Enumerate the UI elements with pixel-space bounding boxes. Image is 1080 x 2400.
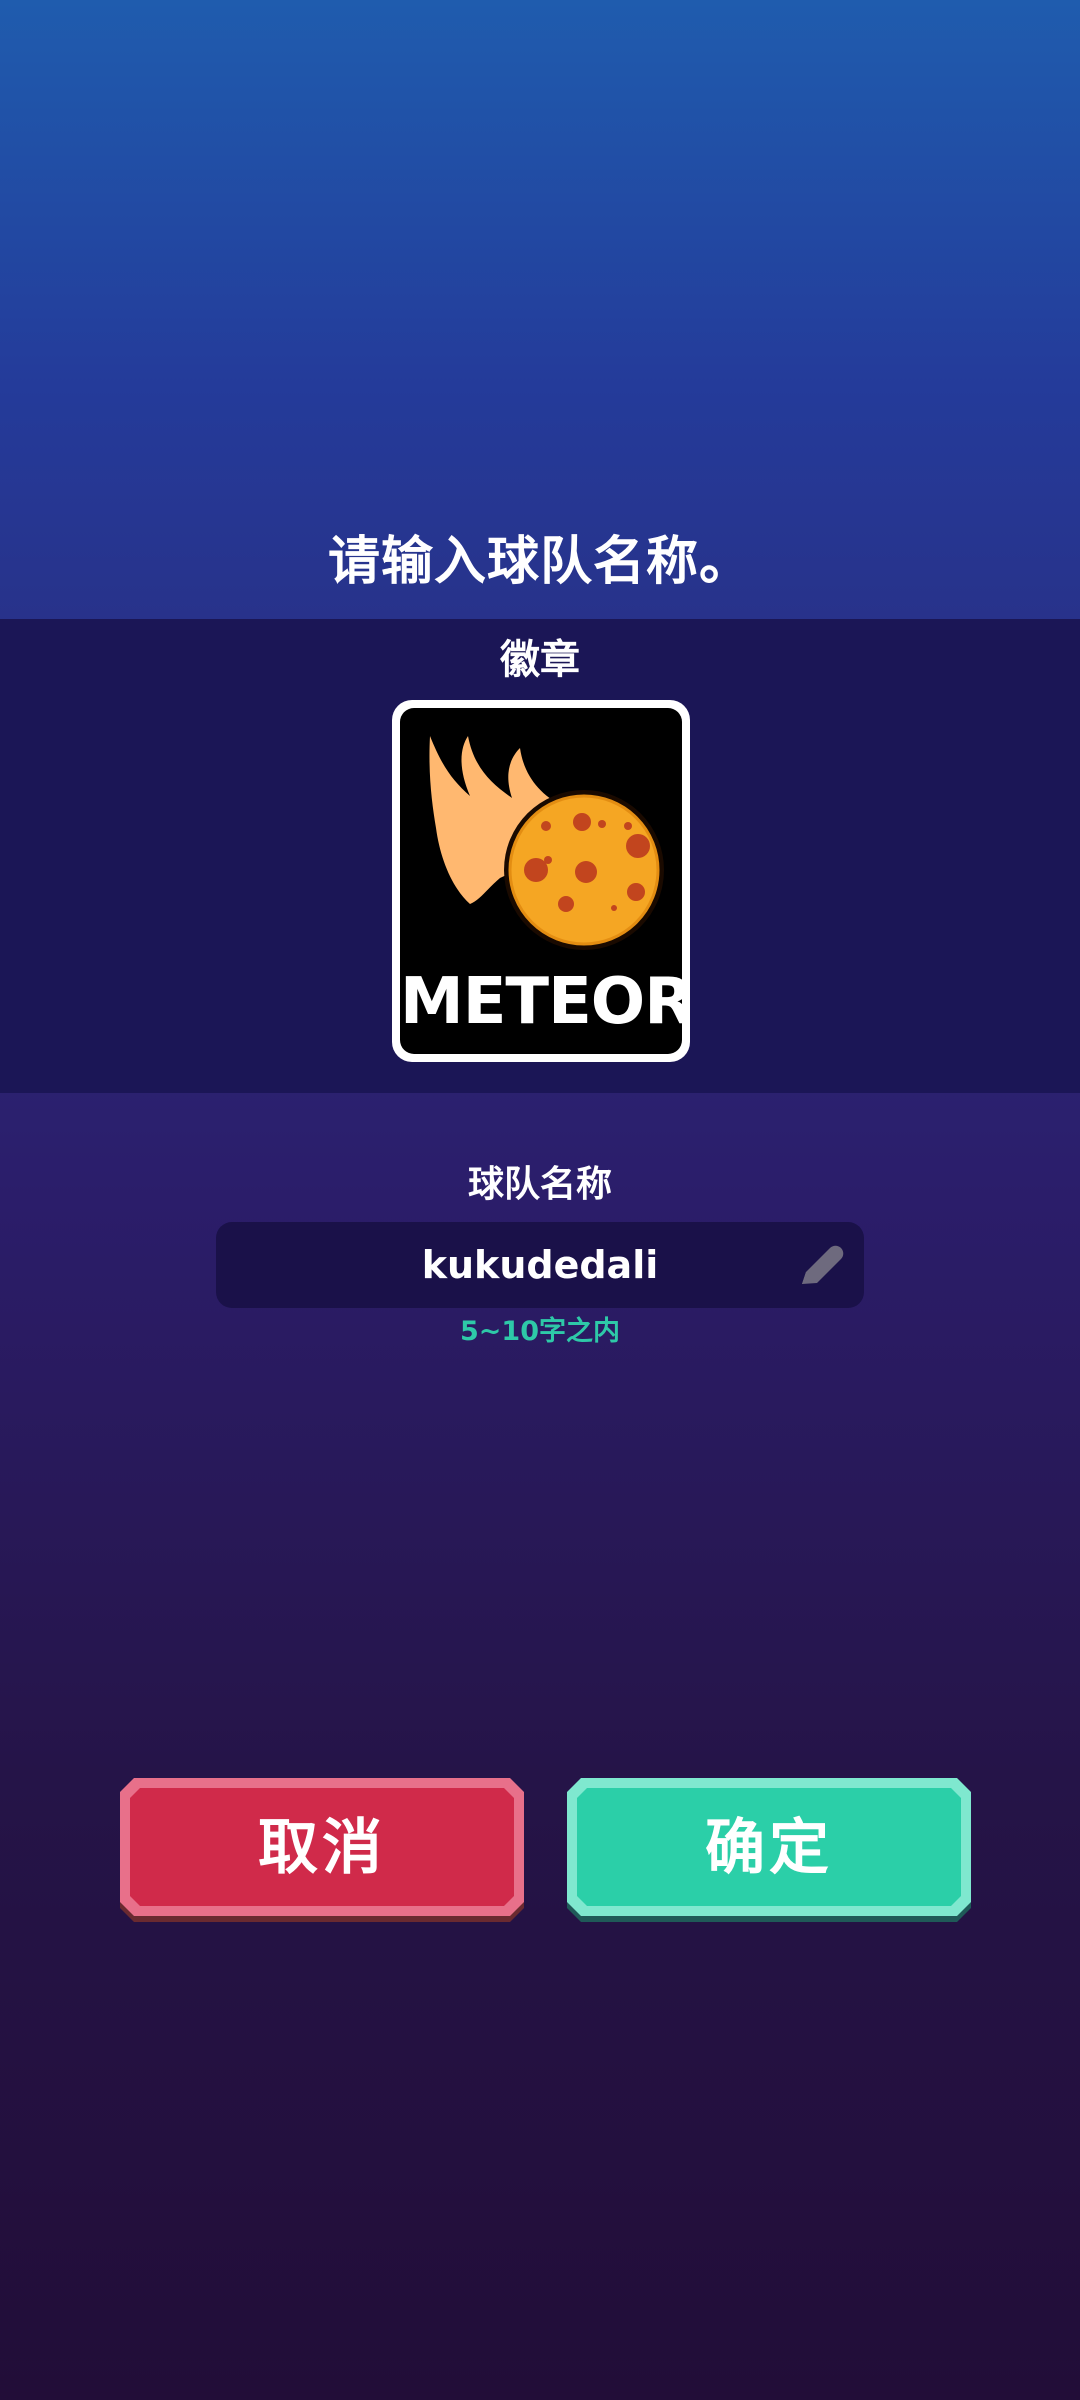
team-badge[interactable]: METEOR [392,700,690,1062]
pencil-icon[interactable] [792,1238,848,1294]
dialog-title: 请输入球队名称。 [327,532,752,592]
confirm-label: 确定 [705,1813,833,1883]
badge-image: METEOR [400,708,682,1054]
team-name-value[interactable]: kukudedali [216,1222,864,1308]
cancel-label: 取消 [258,1813,386,1883]
team-name-field[interactable]: kukudedali [216,1222,864,1308]
badge-text: METEOR [400,965,682,1039]
team-name-hint: 5~10字之内 [460,1316,620,1347]
cancel-button[interactable]: 取消 [116,1778,528,1926]
badge-label: 徽章 [500,637,580,683]
confirm-button[interactable]: 确定 [563,1778,975,1926]
team-name-label: 球队名称 [467,1164,612,1205]
